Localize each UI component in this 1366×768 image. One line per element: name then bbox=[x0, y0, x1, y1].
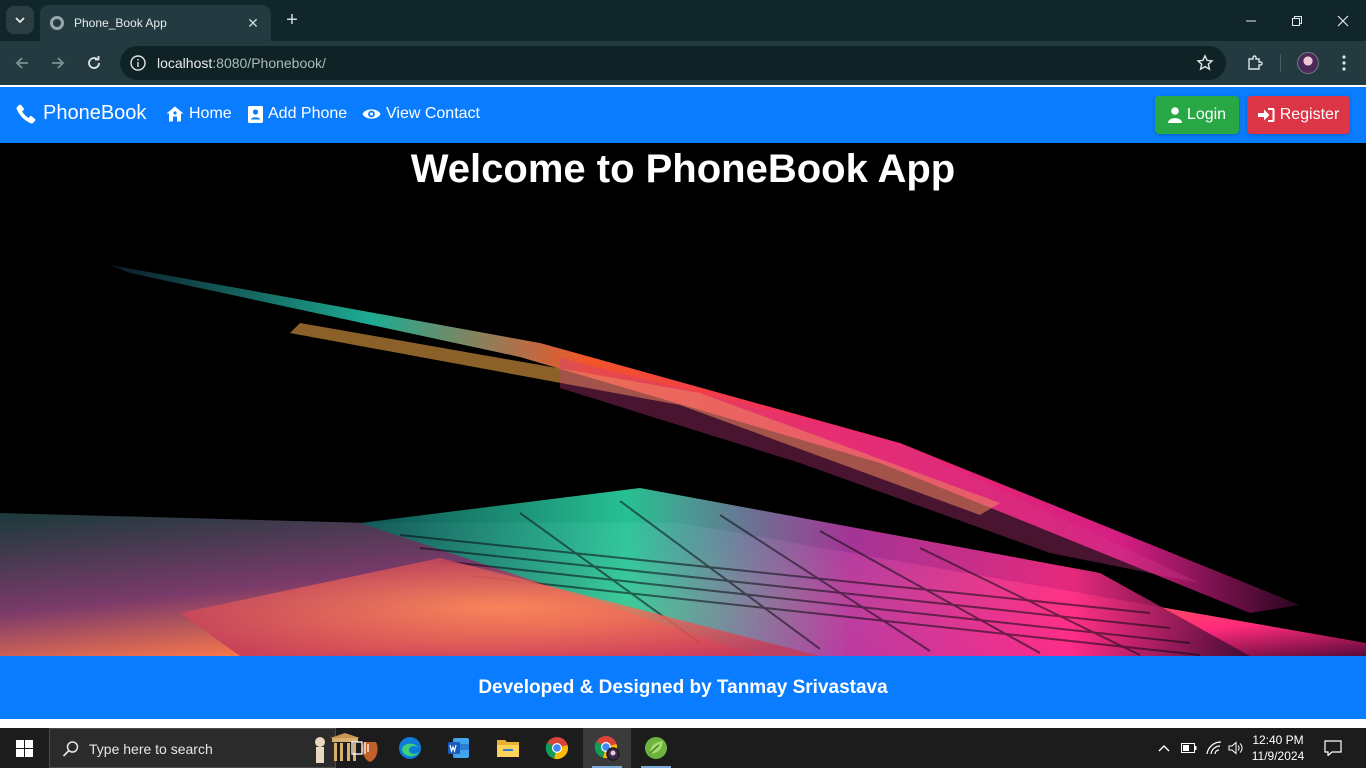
site-info-icon[interactable] bbox=[129, 54, 147, 72]
restore-button[interactable] bbox=[1274, 0, 1320, 41]
address-bar[interactable]: localhost:8080/Phonebook/ bbox=[120, 46, 1226, 80]
browser-tab[interactable]: Phone_Book App ✕ bbox=[40, 5, 271, 41]
hero-title: Welcome to PhoneBook App bbox=[410, 147, 956, 191]
network-indicator[interactable] bbox=[1203, 728, 1225, 768]
profile-avatar[interactable] bbox=[1297, 52, 1319, 74]
url-path: :8080/Phonebook/ bbox=[212, 55, 326, 71]
chrome-icon bbox=[545, 737, 568, 759]
eye-icon bbox=[362, 109, 381, 119]
puzzle-icon bbox=[1248, 55, 1263, 70]
reload-button[interactable] bbox=[80, 49, 108, 77]
login-button[interactable]: Login bbox=[1155, 96, 1239, 134]
speaker-icon bbox=[1228, 741, 1243, 755]
reload-icon bbox=[88, 56, 100, 69]
laptop-background-image bbox=[0, 265, 1366, 656]
close-window-button[interactable] bbox=[1320, 0, 1366, 41]
taskbar-chrome-profile[interactable] bbox=[583, 728, 631, 768]
tab-title: Phone_Book App bbox=[74, 16, 167, 30]
register-label: Register bbox=[1279, 106, 1340, 123]
nav-home[interactable]: Home bbox=[166, 105, 232, 123]
forward-button[interactable] bbox=[44, 49, 72, 77]
chrome-profile-icon bbox=[594, 736, 620, 761]
clock-date: 11/9/2024 bbox=[1251, 749, 1305, 763]
brand-label: PhoneBook bbox=[43, 102, 147, 124]
nav-add-phone-label: Add Phone bbox=[268, 105, 348, 122]
page-footer: Developed & Designed by Tanmay Srivastav… bbox=[0, 656, 1366, 719]
taskbar-spring-tool-suite[interactable] bbox=[632, 728, 680, 768]
taskbar-word[interactable] bbox=[435, 728, 483, 768]
word-icon bbox=[448, 738, 469, 758]
search-placeholder: Type here to search bbox=[89, 741, 213, 757]
browser-toolbar: localhost:8080/Phonebook/ bbox=[0, 41, 1366, 85]
nav-home-label: Home bbox=[189, 105, 232, 122]
windows-logo-icon bbox=[15, 739, 33, 757]
search-icon bbox=[62, 741, 79, 757]
globe-icon bbox=[50, 16, 64, 30]
tab-close-icon[interactable]: ✕ bbox=[245, 15, 261, 32]
arrow-right-icon bbox=[52, 57, 65, 69]
user-icon bbox=[1167, 107, 1182, 123]
browser-menu-button[interactable] bbox=[1334, 53, 1354, 73]
toolbar-separator bbox=[1280, 54, 1281, 72]
task-view-button[interactable] bbox=[336, 728, 384, 768]
minimize-button[interactable] bbox=[1228, 0, 1274, 41]
volume-indicator[interactable] bbox=[1226, 728, 1246, 768]
footer-credit: Developed & Designed by Tanmay Srivastav… bbox=[478, 676, 888, 698]
restore-icon bbox=[1292, 15, 1302, 26]
taskbar-edge[interactable] bbox=[386, 728, 434, 768]
taskbar-file-explorer[interactable] bbox=[484, 728, 532, 768]
minimize-icon bbox=[1246, 20, 1256, 21]
new-tab-button[interactable]: + bbox=[280, 9, 304, 33]
wifi-icon bbox=[1206, 741, 1222, 755]
windows-taskbar: Type here to search 12:40 PM 11/9/2024 bbox=[0, 728, 1366, 768]
extensions-button[interactable] bbox=[1245, 53, 1265, 73]
bookmark-star-icon[interactable] bbox=[1196, 54, 1214, 72]
browser-tabstrip: Phone_Book App ✕ + bbox=[0, 0, 1366, 41]
taskbar-search-box[interactable]: Type here to search bbox=[49, 728, 378, 768]
task-view-icon bbox=[351, 741, 369, 755]
register-button[interactable]: Register bbox=[1247, 96, 1350, 134]
taskbar-clock[interactable]: 12:40 PM 11/9/2024 bbox=[1247, 732, 1309, 764]
battery-indicator[interactable] bbox=[1178, 728, 1200, 768]
edge-icon bbox=[399, 737, 421, 759]
nav-view-contact-label: View Contact bbox=[386, 105, 480, 122]
show-hidden-icons-button[interactable] bbox=[1154, 728, 1174, 768]
tab-search-button[interactable] bbox=[6, 6, 34, 34]
hero-section: Welcome to PhoneBook App bbox=[0, 143, 1366, 656]
chevron-down-icon bbox=[15, 17, 25, 24]
chevron-up-icon bbox=[1158, 745, 1170, 752]
taskbar-chrome[interactable] bbox=[533, 728, 581, 768]
battery-icon bbox=[1181, 743, 1197, 753]
contact-card-icon bbox=[248, 105, 263, 123]
start-button[interactable] bbox=[0, 728, 48, 768]
back-button[interactable] bbox=[8, 49, 36, 77]
more-vertical-icon bbox=[1342, 55, 1346, 71]
brand-link[interactable]: PhoneBook bbox=[15, 102, 146, 125]
home-icon bbox=[166, 106, 184, 122]
nav-view-contact[interactable]: View Contact bbox=[362, 105, 480, 123]
spring-leaf-icon bbox=[645, 737, 667, 759]
phone-icon bbox=[16, 104, 36, 123]
close-icon bbox=[1337, 15, 1349, 26]
folder-icon bbox=[497, 740, 519, 757]
app-navbar: PhoneBook Home Add Phone View Contact Lo… bbox=[0, 87, 1366, 143]
sign-in-icon bbox=[1257, 108, 1275, 122]
login-label: Login bbox=[1186, 106, 1227, 123]
clock-time: 12:40 PM bbox=[1252, 733, 1304, 747]
nav-add-phone[interactable]: Add Phone bbox=[248, 105, 347, 123]
url-text: localhost:8080/Phonebook/ bbox=[157, 55, 326, 71]
notification-icon bbox=[1324, 740, 1342, 756]
url-host: localhost bbox=[157, 55, 213, 71]
notifications-button[interactable] bbox=[1318, 728, 1348, 768]
arrow-left-icon bbox=[15, 57, 28, 69]
